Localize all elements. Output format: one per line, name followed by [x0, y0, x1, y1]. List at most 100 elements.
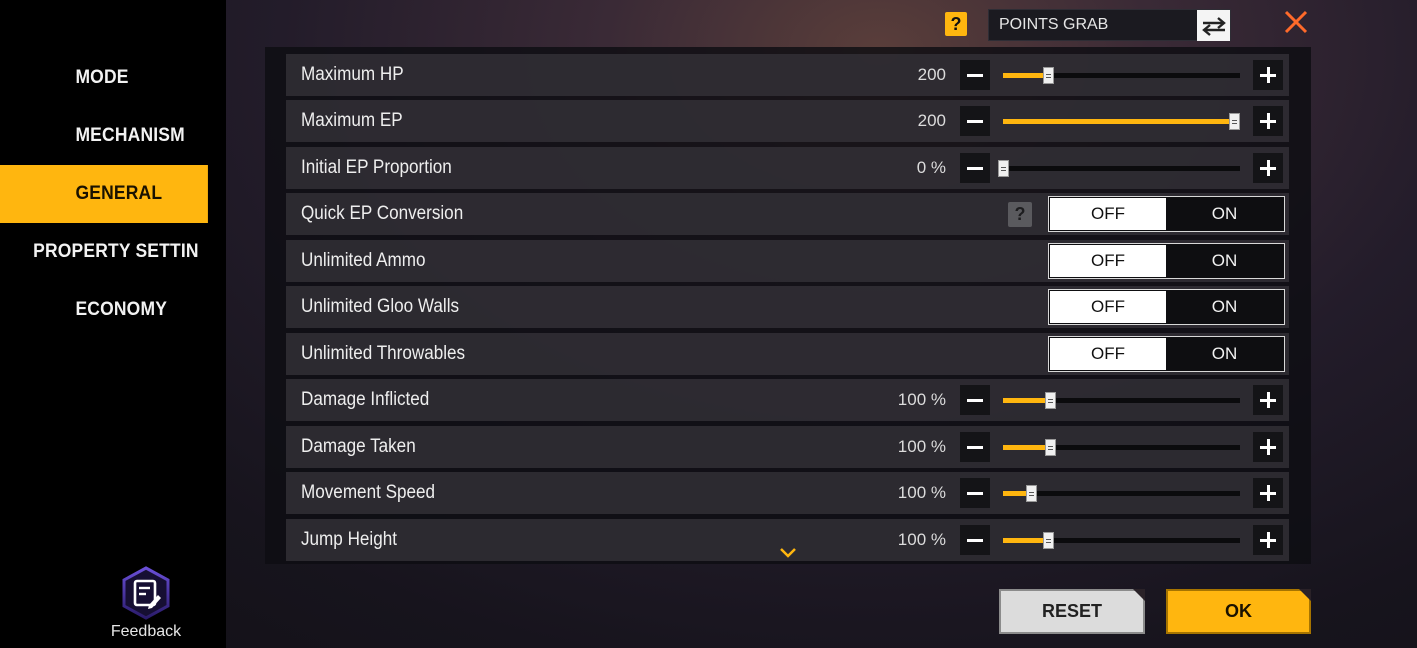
- plus-icon-vertical: [1266, 532, 1270, 548]
- sidebar-item-economy[interactable]: ECONOMY: [0, 281, 208, 339]
- increase-button[interactable]: [1253, 432, 1283, 462]
- setting-row-damage-inflicted: Damage Inflicted 100 %: [286, 379, 1289, 421]
- button-corner: [1299, 589, 1311, 601]
- setting-label: Jump Height: [301, 529, 398, 550]
- setting-row-quick-ep-conversion: Quick EP Conversion ? OFF ON: [286, 193, 1289, 235]
- decrease-button[interactable]: [960, 153, 990, 183]
- decrease-button[interactable]: [960, 106, 990, 136]
- toggle-switch: OFF ON: [1048, 196, 1285, 232]
- minus-icon: [967, 73, 983, 77]
- decrease-button[interactable]: [960, 385, 990, 415]
- toggle-off-option[interactable]: OFF: [1050, 198, 1166, 230]
- decrease-button[interactable]: [960, 60, 990, 90]
- reset-label: RESET: [1041, 601, 1102, 621]
- help-icon[interactable]: ?: [945, 12, 967, 36]
- sidebar-item-label: GENERAL: [75, 183, 163, 204]
- slider-thumb[interactable]: [1043, 67, 1054, 84]
- sidebar-item-label: MECHANISM: [75, 125, 185, 146]
- slider-thumb[interactable]: [1045, 392, 1056, 409]
- minus-icon: [967, 491, 983, 495]
- setting-value: 200: [917, 65, 946, 84]
- feedback-icon: [118, 565, 174, 621]
- minus-icon: [967, 398, 983, 402]
- mode-selector[interactable]: POINTS GRAB: [988, 9, 1231, 41]
- toggle-on-option[interactable]: ON: [1166, 291, 1283, 323]
- slider-track[interactable]: [998, 160, 1240, 177]
- slider-track[interactable]: [1003, 485, 1240, 502]
- increase-button[interactable]: [1253, 153, 1283, 183]
- setting-label: Damage Inflicted: [301, 389, 430, 410]
- slider-fill: [1003, 538, 1048, 543]
- increase-button[interactable]: [1253, 525, 1283, 555]
- button-corner: [1133, 589, 1145, 601]
- plus-icon-vertical: [1266, 113, 1270, 129]
- toggle-on-option[interactable]: ON: [1166, 338, 1283, 370]
- setting-value: 200: [917, 111, 946, 130]
- setting-row-maximum-hp: Maximum HP 200: [286, 54, 1289, 96]
- setting-value: 100 %: [897, 530, 946, 549]
- slider-thumb[interactable]: [1026, 485, 1037, 502]
- setting-label: Initial EP Proportion: [301, 157, 452, 178]
- sidebar-item-label: PROPERTY SETTIN: [33, 241, 199, 262]
- slider-thumb[interactable]: [1045, 439, 1056, 456]
- toggle-on-option[interactable]: ON: [1166, 198, 1283, 230]
- slider-track[interactable]: [1003, 532, 1240, 549]
- setting-row-maximum-ep: Maximum EP 200: [286, 100, 1289, 142]
- setting-label: Movement Speed: [301, 482, 436, 503]
- setting-row-damage-taken: Damage Taken 100 %: [286, 426, 1289, 468]
- slider-track[interactable]: [1003, 67, 1240, 84]
- slider-fill: [1003, 119, 1240, 124]
- reset-button[interactable]: RESET: [999, 589, 1145, 634]
- setting-row-movement-speed: Movement Speed 100 %: [286, 472, 1289, 514]
- toggle-off-option[interactable]: OFF: [1050, 338, 1166, 370]
- feedback-button[interactable]: Feedback: [108, 565, 184, 643]
- plus-icon-vertical: [1266, 485, 1270, 501]
- sidebar-item-mode[interactable]: MODE: [0, 49, 208, 107]
- decrease-button[interactable]: [960, 432, 990, 462]
- setting-row-unlimited-throwables: Unlimited Throwables OFF ON: [286, 333, 1289, 375]
- ok-label: OK: [1225, 601, 1252, 621]
- increase-button[interactable]: [1253, 106, 1283, 136]
- setting-row-initial-ep-proportion: Initial EP Proportion 0 %: [286, 147, 1289, 189]
- slider-track[interactable]: [1003, 439, 1240, 456]
- chevron-down-icon[interactable]: [779, 546, 797, 558]
- increase-button[interactable]: [1253, 60, 1283, 90]
- decrease-button[interactable]: [960, 478, 990, 508]
- minus-icon: [967, 166, 983, 170]
- sidebar-item-mechanism[interactable]: MECHANISM: [0, 107, 208, 165]
- toggle-switch: OFF ON: [1048, 289, 1285, 325]
- setting-label: Maximum EP: [301, 110, 403, 131]
- slider-fill: [1003, 445, 1050, 450]
- ok-button[interactable]: OK: [1166, 589, 1311, 634]
- help-icon[interactable]: ?: [1008, 202, 1032, 227]
- sidebar-item-label: MODE: [75, 67, 129, 88]
- toggle-off-option[interactable]: OFF: [1050, 291, 1166, 323]
- setting-value: 0 %: [916, 158, 946, 177]
- setting-label: Unlimited Gloo Walls: [301, 296, 460, 317]
- toggle-off-option[interactable]: OFF: [1050, 245, 1166, 277]
- increase-button[interactable]: [1253, 385, 1283, 415]
- setting-value: 100 %: [897, 437, 946, 456]
- setting-row-unlimited-gloo-walls: Unlimited Gloo Walls OFF ON: [286, 286, 1289, 328]
- increase-button[interactable]: [1253, 478, 1283, 508]
- slider-thumb[interactable]: [1043, 532, 1054, 549]
- toggle-switch: OFF ON: [1048, 243, 1285, 279]
- toggle-on-option[interactable]: ON: [1166, 245, 1283, 277]
- close-icon[interactable]: [1282, 8, 1310, 36]
- plus-icon-vertical: [1266, 160, 1270, 176]
- sidebar-item-general[interactable]: GENERAL: [0, 165, 208, 223]
- sidebar-item-property-settings[interactable]: PROPERTY SETTIN: [0, 223, 208, 281]
- decrease-button[interactable]: [960, 525, 990, 555]
- slider-track[interactable]: [1003, 113, 1240, 130]
- slider-thumb[interactable]: [998, 160, 1009, 177]
- setting-value: 100 %: [897, 390, 946, 409]
- slider-thumb[interactable]: [1229, 113, 1240, 130]
- setting-label: Maximum HP: [301, 64, 404, 85]
- minus-icon: [967, 445, 983, 449]
- minus-icon: [967, 119, 983, 123]
- setting-label: Unlimited Throwables: [301, 343, 466, 364]
- swap-arrows-icon[interactable]: [1197, 10, 1230, 41]
- slider-track[interactable]: [1003, 392, 1240, 409]
- toggle-switch: OFF ON: [1048, 336, 1285, 372]
- plus-icon-vertical: [1266, 439, 1270, 455]
